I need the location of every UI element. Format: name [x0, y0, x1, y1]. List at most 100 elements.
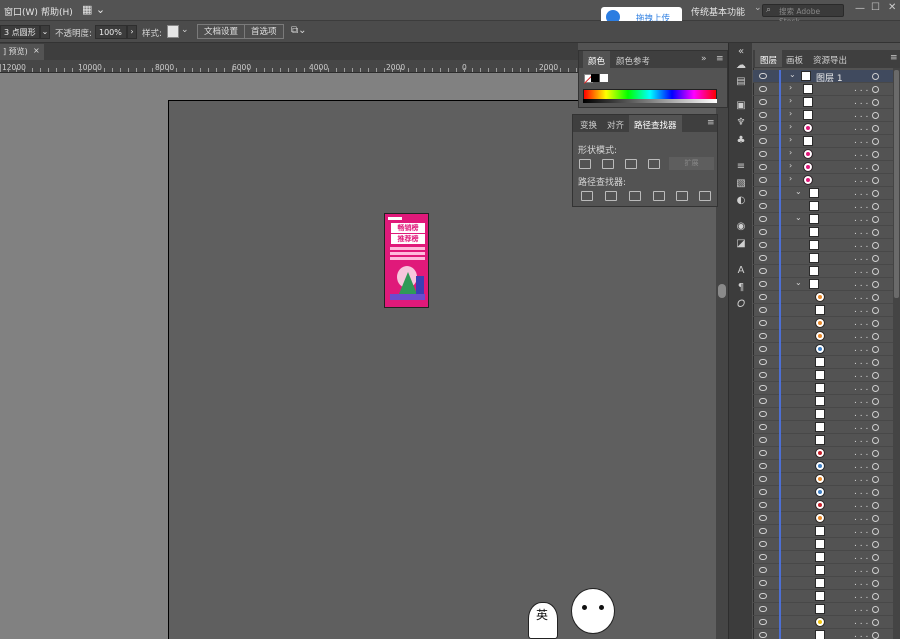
eye-icon[interactable] [759, 190, 767, 196]
eye-icon[interactable] [759, 632, 767, 638]
tab-color[interactable]: 颜色 [583, 51, 611, 68]
target-circle-icon[interactable] [872, 99, 879, 106]
layer-name-ellipsis[interactable]: . . . [854, 123, 868, 133]
eye-icon[interactable] [759, 476, 767, 482]
gradient-icon[interactable]: ▧ [734, 178, 748, 190]
unite-icon[interactable] [579, 159, 591, 169]
minus-front-icon[interactable] [602, 159, 614, 169]
layer-name-ellipsis[interactable]: . . . [854, 422, 868, 432]
layer-name-ellipsis[interactable]: . . . [854, 318, 868, 328]
workspace-switcher[interactable]: 传统基本功能 [691, 5, 745, 18]
minus-back-icon[interactable] [699, 191, 711, 201]
tab-layers[interactable]: 图层 [755, 50, 783, 67]
target-circle-icon[interactable] [872, 229, 879, 236]
layer-name-ellipsis[interactable]: . . . [854, 292, 868, 302]
layer-row[interactable]: . . . [753, 460, 893, 473]
target-circle-icon[interactable] [872, 567, 879, 574]
layer-name-ellipsis[interactable]: . . . [854, 565, 868, 575]
layer-name-ellipsis[interactable]: . . . [854, 474, 868, 484]
layer-row[interactable]: › . . . [753, 122, 893, 135]
eye-icon[interactable] [759, 437, 767, 443]
layer-row[interactable]: › . . . [753, 174, 893, 187]
eye-icon[interactable] [759, 164, 767, 170]
eye-icon[interactable] [759, 567, 767, 573]
layer-name-ellipsis[interactable]: . . . [854, 344, 868, 354]
layer-name-ellipsis[interactable]: . . . [854, 552, 868, 562]
layer-row[interactable]: . . . [753, 330, 893, 343]
layer-row[interactable]: . . . [753, 382, 893, 395]
eye-icon[interactable] [759, 99, 767, 105]
layer-name-ellipsis[interactable]: . . . [854, 578, 868, 588]
tab-artboards[interactable]: 画板 [781, 50, 808, 67]
intersect-icon[interactable] [625, 159, 637, 169]
layer-name-ellipsis[interactable]: . . . [854, 383, 868, 393]
white-swatch[interactable] [600, 74, 608, 82]
layer-name-ellipsis[interactable]: . . . [854, 526, 868, 536]
layer-row[interactable]: . . . [753, 551, 893, 564]
eye-icon[interactable] [759, 372, 767, 378]
chevron-right-icon[interactable]: › [789, 135, 792, 144]
outline-icon[interactable] [676, 191, 688, 201]
eye-icon[interactable] [759, 346, 767, 352]
target-circle-icon[interactable] [872, 203, 879, 210]
layer-name-ellipsis[interactable]: . . . [854, 409, 868, 419]
chevron-right-icon[interactable]: › [789, 122, 792, 131]
layer-row[interactable]: . . . [753, 421, 893, 434]
eye-icon[interactable] [759, 203, 767, 209]
eye-icon[interactable] [759, 333, 767, 339]
chevron-right-icon[interactable]: › [127, 25, 137, 39]
symbols-icon[interactable]: ♣ [734, 135, 748, 147]
layer-name-ellipsis[interactable]: . . . [854, 175, 868, 185]
tab-align[interactable]: 对齐 [602, 115, 629, 132]
document-icon[interactable]: ▤ [734, 76, 748, 88]
eye-icon[interactable] [759, 177, 767, 183]
appearance-icon[interactable]: ◉ [734, 221, 748, 233]
eye-icon[interactable] [759, 320, 767, 326]
eye-icon[interactable] [759, 541, 767, 547]
eye-icon[interactable] [759, 216, 767, 222]
target-circle-icon[interactable] [872, 593, 879, 600]
eye-icon[interactable] [759, 528, 767, 534]
layer-name-ellipsis[interactable]: . . . [854, 97, 868, 107]
eye-icon[interactable] [759, 593, 767, 599]
eye-icon[interactable] [759, 502, 767, 508]
eye-icon[interactable] [759, 242, 767, 248]
target-circle-icon[interactable] [872, 476, 879, 483]
layer-name-ellipsis[interactable]: . . . [854, 136, 868, 146]
layer-row[interactable]: › . . . [753, 109, 893, 122]
collapse-icon[interactable]: » [701, 54, 707, 64]
menu-window[interactable]: 窗口(W) [4, 5, 38, 18]
target-circle-icon[interactable] [872, 372, 879, 379]
layer-row[interactable]: › . . . [753, 161, 893, 174]
layer-row[interactable]: . . . [753, 434, 893, 447]
chevron-down-icon[interactable]: ⌄ [40, 25, 50, 39]
chevron-right-icon[interactable]: › [789, 148, 792, 157]
eye-icon[interactable] [759, 554, 767, 560]
chevron-down-icon[interactable]: ⌄ [789, 70, 796, 79]
poster-artwork[interactable]: 畅销榜 推荐榜 [384, 213, 429, 308]
layer-name-ellipsis[interactable]: . . . [854, 539, 868, 549]
target-circle-icon[interactable] [872, 606, 879, 613]
eye-icon[interactable] [759, 359, 767, 365]
layer-row[interactable]: . . . [753, 343, 893, 356]
panel-menu-icon[interactable]: ≡ [716, 54, 724, 64]
layer-name-ellipsis[interactable]: . . . [854, 604, 868, 614]
layer-row[interactable]: . . . [753, 200, 893, 213]
graphic-styles-icon[interactable]: ◪ [734, 238, 748, 250]
transparency-icon[interactable]: ◐ [734, 195, 748, 207]
image-trace-icon[interactable]: ▣ [734, 100, 748, 112]
layer-row[interactable]: . . . [753, 395, 893, 408]
layer-name-ellipsis[interactable]: . . . [854, 331, 868, 341]
layer-name-ellipsis[interactable]: . . . [854, 279, 868, 289]
target-circle-icon[interactable] [872, 463, 879, 470]
eye-icon[interactable] [759, 619, 767, 625]
layer-row[interactable]: › . . . [753, 148, 893, 161]
layer-name-ellipsis[interactable]: . . . [854, 240, 868, 250]
style-swatch[interactable] [167, 25, 179, 38]
preferences-button[interactable]: 首选项 [244, 24, 284, 39]
layer-name-ellipsis[interactable]: . . . [854, 487, 868, 497]
eye-icon[interactable] [759, 268, 767, 274]
target-circle-icon[interactable] [872, 346, 879, 353]
target-circle-icon[interactable] [872, 619, 879, 626]
target-circle-icon[interactable] [872, 255, 879, 262]
